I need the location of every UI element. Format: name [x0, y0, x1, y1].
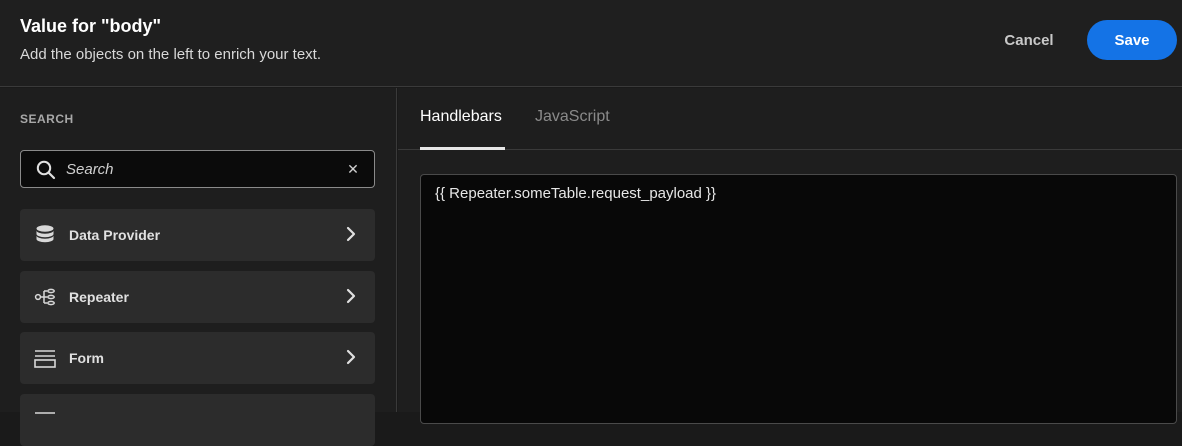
category-label: Repeater [69, 289, 129, 305]
category-partial[interactable] [20, 394, 375, 446]
list-icon [35, 412, 55, 414]
category-repeater[interactable]: Repeater [20, 271, 375, 323]
objects-panel: SEARCH ✕ Data Provider Repeater [0, 88, 397, 446]
modal-header: Value for "body" Add the objects on the … [0, 0, 1182, 87]
search-icon [36, 160, 56, 180]
modal-subtitle: Add the objects on the left to enrich yo… [20, 46, 322, 63]
clear-icon[interactable]: ✕ [344, 160, 362, 178]
search-input[interactable] [66, 151, 336, 187]
category-form[interactable]: Form [20, 332, 375, 384]
chevron-right-icon [346, 288, 356, 304]
save-button[interactable]: Save [1087, 20, 1177, 60]
cancel-button[interactable]: Cancel [990, 20, 1068, 60]
database-icon [36, 225, 54, 243]
modal-title: Value for "body" [20, 16, 162, 36]
chevron-right-icon [346, 349, 356, 365]
form-icon [34, 350, 56, 368]
repeater-icon [34, 288, 55, 306]
tab-handlebars[interactable]: Handlebars [420, 108, 502, 149]
category-data-provider[interactable]: Data Provider [20, 209, 375, 261]
tab-javascript[interactable]: JavaScript [535, 108, 610, 149]
search-field[interactable]: ✕ [20, 150, 375, 188]
category-label: Data Provider [69, 227, 161, 243]
editor-panel: Handlebars JavaScript {{ Repeater.someTa… [398, 88, 1182, 424]
search-section-label: SEARCH [20, 112, 74, 126]
editor-tabs: Handlebars JavaScript [398, 88, 1182, 150]
expression-editor[interactable]: {{ Repeater.someTable.request_payload }} [420, 174, 1177, 424]
category-label: Form [69, 350, 104, 366]
active-tab-indicator [420, 147, 505, 150]
chevron-right-icon [346, 226, 356, 242]
editor-content[interactable]: {{ Repeater.someTable.request_payload }} [435, 185, 716, 202]
